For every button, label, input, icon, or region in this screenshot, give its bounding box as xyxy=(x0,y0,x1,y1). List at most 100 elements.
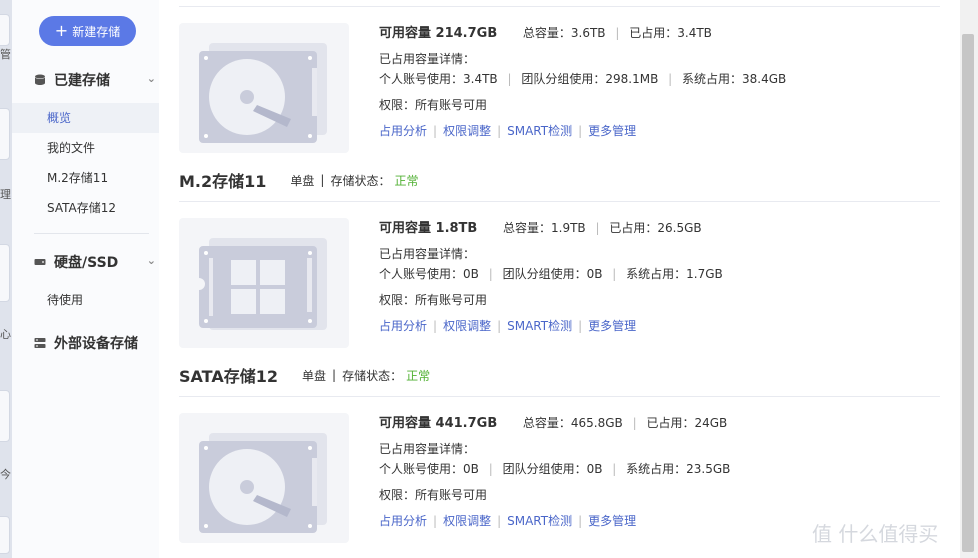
separator: | xyxy=(595,221,600,235)
used-capacity: 已占用：26.5GB xyxy=(609,221,702,235)
separator: | xyxy=(578,124,583,138)
status-badge: 正常 xyxy=(394,173,419,188)
total-capacity: 总容量：3.6TB xyxy=(522,26,606,40)
external-device-icon xyxy=(34,338,46,348)
permission-text: 权限：所有账号可用 xyxy=(379,98,488,112)
watermark: 值 什么值得买 xyxy=(812,522,939,546)
strip-button[interactable] xyxy=(0,516,10,554)
team-usage: 团队分组使用：0B xyxy=(502,462,603,476)
storage-section-header: SATA存储12 单盘 | 存储状态： 正常 xyxy=(179,363,430,387)
personal-usage: 个人账号使用：0B xyxy=(379,267,479,281)
storage-info: 可用容量 214.7GB 总容量：3.6TB | 已占用：3.4TB 已占用容量… xyxy=(379,25,786,149)
drive-icon xyxy=(34,259,46,265)
strip-text: 今 xyxy=(0,468,11,481)
usage-analysis-link[interactable]: 占用分析 xyxy=(379,124,427,138)
database-icon xyxy=(35,74,45,85)
system-usage: 系统占用：23.5GB xyxy=(626,462,731,476)
ssd-thumbnail xyxy=(179,218,349,348)
hdd-thumbnail xyxy=(179,23,349,153)
section-title: M.2存储11 xyxy=(179,172,267,191)
hdd-icon xyxy=(199,433,327,533)
strip-button[interactable] xyxy=(0,244,10,302)
sidebar-item-m2-storage[interactable]: M.2存储11 xyxy=(12,163,159,193)
chevron-down-icon[interactable]: ⌄ xyxy=(147,254,156,267)
available-capacity: 可用容量 1.8TB xyxy=(379,221,478,236)
section-status-label: 存储状态： xyxy=(342,368,403,383)
more-manage-link[interactable]: 更多管理 xyxy=(588,124,636,138)
separator: | xyxy=(612,462,617,476)
main-content: 可用容量 214.7GB 总容量：3.6TB | 已占用：3.4TB 已占用容量… xyxy=(159,0,960,558)
divider xyxy=(34,233,149,234)
permission-adjust-link[interactable]: 权限调整 xyxy=(443,124,491,138)
status-badge: 正常 xyxy=(406,368,431,383)
personal-usage: 个人账号使用：3.4TB xyxy=(379,72,498,86)
plus-icon: + xyxy=(54,21,69,40)
team-usage: 团队分组使用：298.1MB xyxy=(521,72,659,86)
hdd-icon xyxy=(199,43,327,143)
storage-info: 可用容量 1.8TB 总容量：1.9TB | 已占用：26.5GB 已占用容量详… xyxy=(379,220,723,344)
team-usage: 团队分组使用：0B xyxy=(502,267,603,281)
separator: | xyxy=(497,319,502,333)
chevron-down-icon[interactable]: ⌄ xyxy=(147,72,156,85)
separator: | xyxy=(497,124,502,138)
separator: | xyxy=(488,462,493,476)
separator: | xyxy=(497,514,502,528)
strip-text: 管 xyxy=(0,48,11,61)
section-type: 单盘 xyxy=(302,368,327,383)
hdd-ssd-label: 硬盘/SSD xyxy=(54,255,119,271)
separator: | xyxy=(632,416,637,430)
available-capacity: 可用容量 441.7GB xyxy=(379,416,498,431)
built-storage-label: 已建存储 xyxy=(54,73,110,89)
smart-check-link[interactable]: SMART检测 xyxy=(507,319,572,333)
smart-check-link[interactable]: SMART检测 xyxy=(507,124,572,138)
storage-card: 可用容量 441.7GB 总容量：465.8GB | 已占用：24GB 已占用容… xyxy=(179,396,940,543)
available-capacity: 可用容量 214.7GB xyxy=(379,26,498,41)
permission-adjust-link[interactable]: 权限调整 xyxy=(443,514,491,528)
usage-analysis-link[interactable]: 占用分析 xyxy=(379,514,427,528)
sidebar-item-pending[interactable]: 待使用 xyxy=(12,285,159,315)
external-storage-group[interactable]: 外部设备存储 xyxy=(34,332,156,354)
used-capacity: 已占用：3.4TB xyxy=(629,26,712,40)
sidebar-item-overview[interactable]: 概览 xyxy=(12,103,159,133)
hdd-thumbnail xyxy=(179,413,349,543)
total-capacity: 总容量：1.9TB xyxy=(503,221,586,235)
usage-detail-title: 已占用容量详情： xyxy=(379,247,476,261)
smart-check-link[interactable]: SMART检测 xyxy=(507,514,572,528)
storage-card: 可用容量 1.8TB 总容量：1.9TB | 已占用：26.5GB 已占用容量详… xyxy=(179,201,940,348)
strip-button[interactable] xyxy=(0,108,10,160)
permission-text: 权限：所有账号可用 xyxy=(379,488,488,502)
personal-usage: 个人账号使用：0B xyxy=(379,462,479,476)
usage-analysis-link[interactable]: 占用分析 xyxy=(379,319,427,333)
section-title: SATA存储12 xyxy=(179,367,278,386)
system-usage: 系统占用：38.4GB xyxy=(682,72,787,86)
used-capacity: 已占用：24GB xyxy=(646,416,728,430)
sidebar-item-sata-storage[interactable]: SATA存储12 xyxy=(12,193,159,223)
permission-adjust-link[interactable]: 权限调整 xyxy=(443,319,491,333)
separator: | xyxy=(668,72,673,86)
hdd-ssd-group[interactable]: 硬盘/SSD ⌄ xyxy=(34,251,156,273)
separator: | xyxy=(332,368,337,382)
strip-button[interactable] xyxy=(0,390,10,442)
usage-detail-title: 已占用容量详情： xyxy=(379,442,476,456)
new-storage-label: 新建存储 xyxy=(72,24,121,39)
section-status-label: 存储状态： xyxy=(330,173,391,188)
new-storage-button[interactable]: + 新建存储 xyxy=(39,16,136,46)
strip-button[interactable] xyxy=(0,14,10,46)
built-storage-group[interactable]: 已建存储 ⌄ xyxy=(34,69,156,91)
separator: | xyxy=(433,319,438,333)
system-usage: 系统占用：1.7GB xyxy=(626,267,723,281)
section-type: 单盘 xyxy=(290,173,315,188)
total-capacity: 总容量：465.8GB xyxy=(522,416,623,430)
scrollbar-thumb[interactable] xyxy=(962,34,974,552)
sidebar-item-my-files[interactable]: 我的文件 xyxy=(12,133,159,163)
more-manage-link[interactable]: 更多管理 xyxy=(588,319,636,333)
storage-section-header: M.2存储11 单盘 | 存储状态： 正常 xyxy=(179,168,419,192)
separator: | xyxy=(578,514,583,528)
permission-text: 权限：所有账号可用 xyxy=(379,293,488,307)
separator: | xyxy=(615,26,620,40)
usage-detail-title: 已占用容量详情： xyxy=(379,52,476,66)
more-manage-link[interactable]: 更多管理 xyxy=(588,514,636,528)
strip-text: 理 xyxy=(0,188,11,201)
strip-text: 心 xyxy=(0,328,11,341)
external-storage-label: 外部设备存储 xyxy=(54,336,138,352)
